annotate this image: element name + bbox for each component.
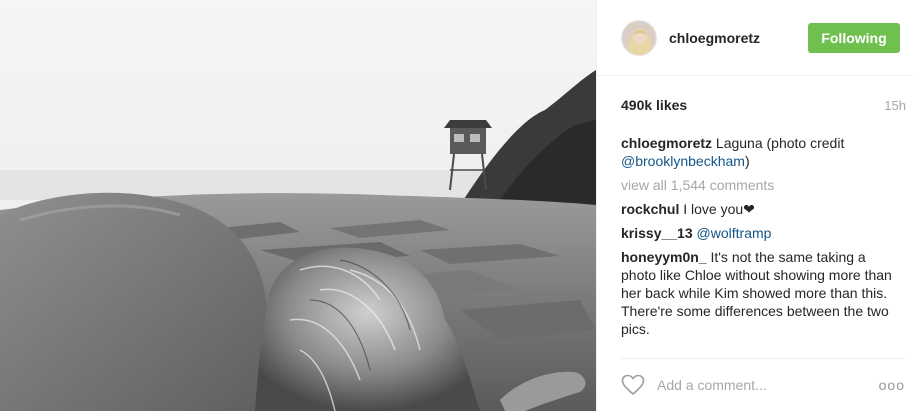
beach-photo-image (0, 0, 596, 411)
comment-text: I love you❤ (683, 201, 755, 217)
post-header: chloegmoretz Following (597, 0, 913, 76)
caption: chloegmoretz Laguna (photo credit @brook… (621, 134, 895, 170)
author-username[interactable]: chloegmoretz (669, 30, 808, 46)
comment-item: rockchul I love you❤ (621, 200, 895, 218)
post-photo[interactable] (0, 0, 596, 411)
author-avatar[interactable] (621, 19, 657, 56)
heart-icon[interactable] (621, 374, 645, 396)
comments-section: chloegmoretz Laguna (photo credit @brook… (597, 134, 913, 338)
comment-username[interactable]: rockchul (621, 201, 679, 217)
caption-text-end: ) (744, 153, 750, 169)
view-all-comments-link[interactable]: view all 1,544 comments (621, 176, 895, 194)
caption-text: Laguna (photo credit (715, 135, 845, 151)
likes-count[interactable]: 490k likes (621, 97, 687, 113)
following-button[interactable]: Following (808, 22, 900, 53)
caption-username[interactable]: chloegmoretz (621, 135, 712, 151)
more-options-icon[interactable]: ooo (879, 377, 905, 393)
comment-mention[interactable]: @wolftramp (697, 225, 772, 241)
post-sidebar: chloegmoretz Following 490k likes 15h ch… (596, 0, 913, 411)
comment-item: krissy__13 @wolftramp (621, 224, 895, 242)
post-meta: 490k likes 15h (597, 76, 913, 134)
comment-bar: ooo (621, 358, 905, 411)
comment-item: honeyym0n_ It's not the same taking a ph… (621, 248, 895, 338)
caption-mention[interactable]: @brooklynbeckham (621, 153, 745, 169)
profile-photo-icon (622, 20, 656, 55)
post-timestamp[interactable]: 15h (884, 98, 906, 113)
comment-username[interactable]: honeyym0n_ (621, 249, 707, 265)
comment-username[interactable]: krissy__13 (621, 225, 693, 241)
add-comment-input[interactable] (655, 376, 879, 394)
instagram-post: chloegmoretz Following 490k likes 15h ch… (0, 0, 913, 411)
